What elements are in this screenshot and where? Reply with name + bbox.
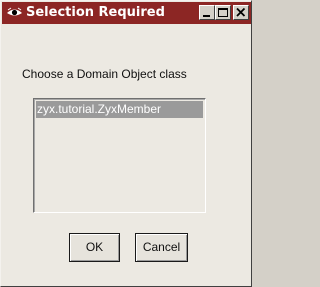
domain-class-list[interactable]: zyx.tutorial.ZyxMember xyxy=(33,98,206,213)
close-icon xyxy=(236,7,246,17)
prompt-label: Choose a Domain Object class xyxy=(22,67,187,81)
selection-required-dialog: Selection Required Choose a Domain Objec… xyxy=(0,0,252,287)
cancel-button[interactable]: Cancel xyxy=(135,233,188,262)
maximize-icon xyxy=(218,8,228,17)
window-title: Selection Required xyxy=(26,5,165,20)
close-button[interactable] xyxy=(233,5,249,20)
ok-button[interactable]: OK xyxy=(69,233,120,262)
minimize-icon xyxy=(203,15,210,17)
eye-icon[interactable] xyxy=(6,5,23,20)
minimize-button[interactable] xyxy=(199,5,215,20)
title-bar[interactable]: Selection Required xyxy=(2,2,251,24)
maximize-button[interactable] xyxy=(215,5,231,20)
list-item[interactable]: zyx.tutorial.ZyxMember xyxy=(36,101,203,118)
